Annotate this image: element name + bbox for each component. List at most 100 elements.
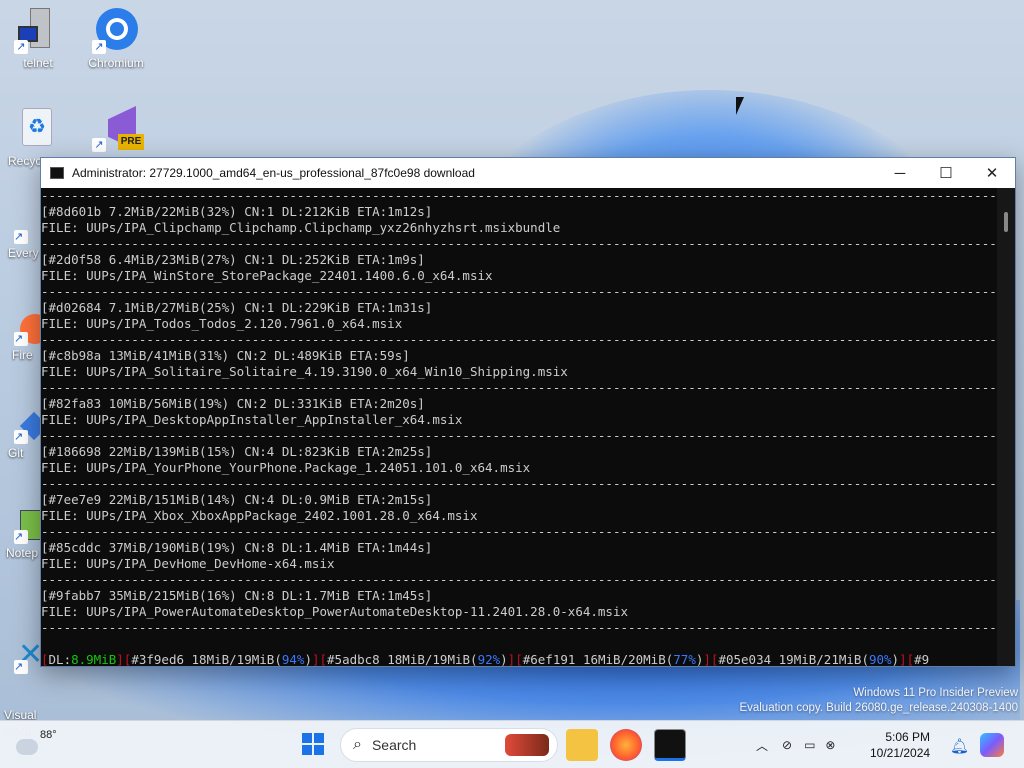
desktop-icon-chromium[interactable]: ↗ Chromium [78,8,154,70]
chromium-icon: ↗ [92,8,138,54]
download-file-line: FILE: UUPs/IPA_YourPhone_YourPhone.Packa… [41,460,531,475]
desktop-icon-label: telnet [23,56,53,70]
download-status-line: [#85cddc 37MiB/190MiB(19%) CN:8 DL:1.4Mi… [41,540,433,555]
separator-line: ----------------------------------------… [41,476,997,491]
download-status-line: [#9fabb7 35MiB/215MiB(16%) CN:8 DL:1.7Mi… [41,588,433,603]
separator-line: ----------------------------------------… [41,428,997,443]
taskbar: 88° ⌕ Search ︿ ⊘ ▭ ⊗ 5:06 PM 10/21/2024 … [0,720,1024,768]
summary-item-pct: 90% [868,652,892,666]
desktop-icon-label: Recyc [8,154,42,168]
desktop-icon-label: Fire [12,348,33,362]
separator-line: ----------------------------------------… [41,572,997,587]
clock[interactable]: 5:06 PM 10/21/2024 [870,729,930,761]
summary-bracket: [ [41,652,49,666]
desktop-icon-recycle-bin[interactable]: ♻ Recyc [0,106,52,168]
clock-time: 5:06 PM [885,730,931,744]
summary-paren: ) [500,652,508,666]
separator-line: ----------------------------------------… [41,284,997,299]
desktop-icon-notepad[interactable]: ↗ Notep [0,508,46,560]
maximize-button[interactable]: ☐ [923,158,969,188]
download-status-line: [#186698 22MiB/139MiB(15%) CN:4 DL:823Ki… [41,444,433,459]
network-icon[interactable]: ⊘ [782,738,792,752]
watermark-line-2: Evaluation copy. Build 26080.ge_release.… [739,702,1018,714]
summary-item-id: #5adbc8 18MiB/19MiB [327,652,471,666]
display-icon[interactable]: ▭ [804,738,815,752]
summary-dl-value: 8.9MiB [71,652,117,666]
search-icon: ⌕ [353,736,362,753]
volume-icon[interactable]: ⊗ [825,738,835,752]
download-status-line: [#d02684 7.1MiB/27MiB(25%) CN:1 DL:229Ki… [41,300,433,315]
summary-paren: ( [470,652,478,666]
download-status-line: [#8d601b 7.2MiB/22MiB(32%) CN:1 DL:212Ki… [41,204,433,219]
summary-paren: ) [891,652,900,666]
search-box[interactable]: ⌕ Search [340,728,558,762]
summary-item-pct: 92% [477,652,501,666]
summary-item-pct: 77% [673,652,696,666]
desktop-icon-label: Chromium [88,56,144,70]
summary-paren: ) [304,652,312,666]
computer-icon: ↗ [14,8,60,54]
summary-bracket: ] [311,652,320,666]
cloud-sun-icon [16,739,38,755]
visual-studio-pre-icon: PRE ↗ [92,106,144,152]
minimize-button[interactable]: ─ [877,158,923,188]
close-button[interactable]: ✕ [969,158,1015,188]
desktop-icon-git[interactable]: ↗ Git [0,410,49,460]
console-window[interactable]: Administrator: 27729.1000_amd64_en-us_pr… [40,157,1016,667]
separator-line: ----------------------------------------… [41,188,997,203]
summary-item-pct: 94% [281,652,305,666]
summary-item-id: #3f9ed6 18MiB/19MiB [131,652,275,666]
console-output[interactable]: ----------------------------------------… [41,188,997,666]
recycle-bin-icon: ♻ [16,106,60,150]
notification-bell-icon[interactable]: 🔔︎ [950,737,969,755]
summary-bracket: [ [515,652,523,666]
window-title: Administrator: 27729.1000_amd64_en-us_pr… [72,166,475,180]
mouse-cursor-icon [736,97,744,115]
watermark-line-1: Windows 11 Pro Insider Preview [853,687,1018,699]
download-file-line: FILE: UUPs/IPA_DesktopAppInstaller_AppIn… [41,412,463,427]
summary-item-id: #05e034 19MiB/21MiB [718,652,862,666]
windows-logo-icon [302,733,312,743]
separator-line: ----------------------------------------… [41,524,997,539]
desktop-icon-everything[interactable]: ↗ Every [0,208,40,260]
download-file-line: FILE: UUPs/IPA_Todos_Todos_2.120.7961.0_… [41,316,403,331]
chevron-up-icon[interactable]: ︿ [756,737,768,754]
summary-item-id: #6ef191 16MiB/20MiB [522,652,666,666]
summary-bracket: [ [319,652,328,666]
download-file-line: FILE: UUPs/IPA_WinStore_StorePackage_224… [41,268,493,283]
desktop-icon-visual-studio[interactable]: PRE ↗ [78,106,154,154]
console-app-icon [50,167,64,179]
weather-temp: 88° [40,729,57,741]
firefox-taskbar-icon[interactable] [610,729,642,761]
scrollbar-thumb[interactable] [1004,212,1008,232]
window-titlebar[interactable]: Administrator: 27729.1000_amd64_en-us_pr… [41,158,1015,188]
terminal-taskbar-icon[interactable] [654,729,686,761]
download-file-line: FILE: UUPs/IPA_Clipchamp_Clipchamp.Clipc… [41,220,561,235]
desktop-icon-label: Git [8,446,24,460]
desktop-icon-label: Notep [6,546,39,560]
download-status-line: [#2d0f58 6.4MiB/23MiB(27%) CN:1 DL:252Ki… [41,252,425,267]
desktop-icon-telnet[interactable]: ↗ telnet [0,8,76,70]
file-explorer-icon[interactable] [566,729,598,761]
desktop-icon-firefox[interactable]: ↗ Fire [0,312,50,362]
summary-paren: ( [274,652,282,666]
download-file-line: FILE: UUPs/IPA_DevHome_DevHome-x64.msix [41,556,335,571]
download-status-line: [#82fa83 10MiB/56MiB(19%) CN:2 DL:331KiB… [41,396,425,411]
summary-paren: ( [861,652,869,666]
copilot-pre-icon[interactable] [980,733,1004,757]
summary-bracket: [ [906,652,915,666]
evaluation-watermark: Windows 11 Pro Insider Preview Evaluatio… [739,686,1018,716]
weather-widget[interactable]: 88° [16,729,57,755]
start-button[interactable] [302,733,324,755]
scrollbar[interactable] [997,188,1015,666]
search-placeholder: Search [371,737,417,753]
summary-bracket: ] [899,652,907,666]
separator-line: ----------------------------------------… [41,236,997,251]
download-file-line: FILE: UUPs/IPA_Xbox_XboxAppPackage_2402.… [41,508,478,523]
separator-line: ----------------------------------------… [41,380,997,395]
download-file-line: FILE: UUPs/IPA_PowerAutomateDesktop_Powe… [41,604,628,619]
download-file-line: FILE: UUPs/IPA_Solitaire_Solitaire_4.19.… [41,364,568,379]
separator-line: ----------------------------------------… [41,620,997,635]
download-status-line: [#7ee7e9 22MiB/151MiB(14%) CN:4 DL:0.9Mi… [41,492,433,507]
